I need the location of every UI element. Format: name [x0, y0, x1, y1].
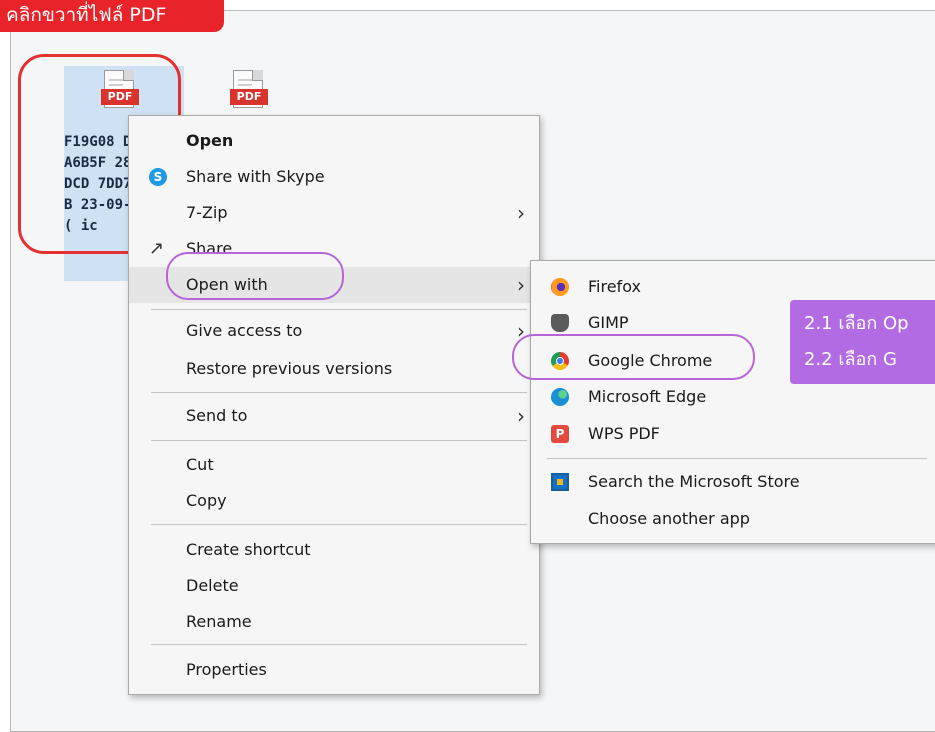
menu-item-restore-previous-versions[interactable]: Restore previous versions: [129, 351, 539, 387]
firefox-icon: [551, 278, 569, 296]
menu-item-label: Share with Skype: [186, 167, 325, 186]
callout-line-2: 2.2 เลือก G: [804, 349, 897, 370]
menu-item-label: Restore previous versions: [186, 359, 393, 378]
menu-item-open[interactable]: Open: [129, 123, 539, 159]
menu-item-label: Delete: [186, 576, 239, 595]
callout-line-1: 2.1 เลือก Op: [804, 313, 909, 334]
pdf-badge: PDF: [230, 89, 268, 105]
menu-item-label: 7-Zip: [186, 203, 228, 222]
menu-item-7zip[interactable]: 7-Zip ›: [129, 195, 539, 231]
menu-item-label: Give access to: [186, 321, 303, 340]
menu-item-label: Properties: [186, 660, 267, 679]
microsoft-store-icon: [551, 473, 569, 491]
menu-item-send-to[interactable]: Send to ›: [129, 398, 539, 434]
app-item-wps-pdf[interactable]: P WPS PDF: [531, 416, 935, 452]
menu-item-delete[interactable]: Delete: [129, 568, 539, 604]
menu-separator: [151, 309, 527, 310]
menu-item-copy[interactable]: Copy: [129, 483, 539, 519]
edge-icon: [551, 388, 569, 406]
skype-icon: S: [149, 168, 167, 186]
menu-item-properties[interactable]: Properties: [129, 652, 539, 688]
menu-separator: [151, 440, 527, 441]
app-item-choose-another-app[interactable]: Choose another app: [531, 501, 935, 537]
chevron-right-icon: ›: [517, 404, 525, 428]
app-item-search-microsoft-store[interactable]: Search the Microsoft Store: [531, 464, 935, 500]
menu-item-give-access-to[interactable]: Give access to ›: [129, 313, 539, 349]
menu-separator: [151, 392, 527, 393]
menu-item-label: Cut: [186, 455, 214, 474]
pdf-file-icon: PDF: [230, 70, 268, 108]
app-item-label: WPS PDF: [588, 424, 660, 443]
app-item-label: Firefox: [588, 277, 641, 296]
instruction-banner: คลิกขวาที่ไฟล์ PDF: [0, 0, 224, 32]
app-item-label: Microsoft Edge: [588, 387, 707, 406]
menu-separator: [151, 524, 527, 525]
menu-item-label: Copy: [186, 491, 227, 510]
menu-item-cut[interactable]: Cut: [129, 447, 539, 483]
chevron-right-icon: ›: [517, 273, 525, 297]
app-item-label: Search the Microsoft Store: [588, 472, 800, 491]
app-item-label: Choose another app: [588, 509, 750, 528]
context-menu: Open S Share with Skype 7-Zip › ↗ Share …: [128, 115, 540, 695]
menu-separator: [151, 644, 527, 645]
menu-item-label: Send to: [186, 406, 248, 425]
app-item-microsoft-edge[interactable]: Microsoft Edge: [531, 379, 935, 415]
gimp-icon: [551, 314, 569, 332]
instruction-callout: 2.1 เลือก Op 2.2 เลือก G: [790, 300, 935, 384]
menu-separator: [547, 458, 927, 459]
open-with-highlight-oval: [166, 252, 344, 300]
wps-pdf-icon: P: [551, 425, 569, 443]
menu-item-label: Create shortcut: [186, 540, 311, 559]
menu-item-create-shortcut[interactable]: Create shortcut: [129, 532, 539, 568]
chevron-right-icon: ›: [517, 201, 525, 225]
chrome-highlight-oval: [512, 334, 755, 380]
menu-item-label: Open: [186, 131, 234, 150]
menu-item-rename[interactable]: Rename: [129, 604, 539, 640]
menu-item-label: Rename: [186, 612, 252, 631]
menu-item-share-with-skype[interactable]: S Share with Skype: [129, 159, 539, 195]
share-icon: ↗: [149, 238, 165, 259]
